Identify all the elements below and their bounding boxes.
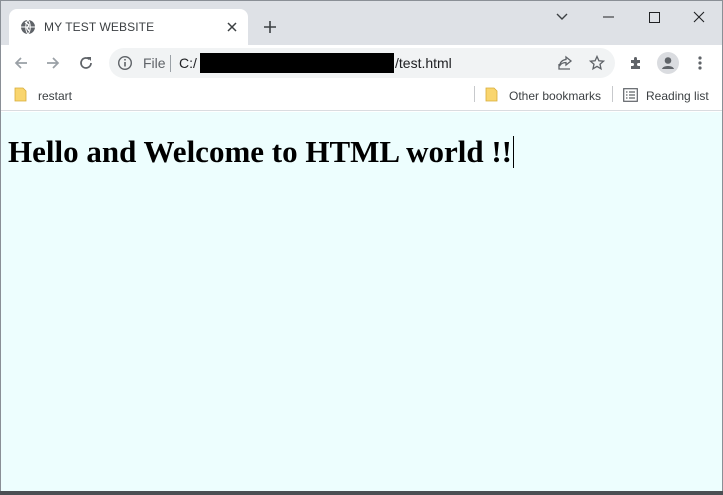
arrow-right-icon[interactable] (38, 48, 68, 78)
folder-icon (485, 87, 499, 105)
reading-list-label: Reading list (646, 89, 709, 103)
browser-window: MY TEST WEBSITE File C:/ /test.html rest… (0, 0, 723, 495)
address-bar[interactable]: File C:/ /test.html (109, 48, 615, 78)
desktop-edge (0, 491, 723, 495)
star-icon[interactable] (587, 53, 607, 73)
scheme-separator (170, 55, 171, 72)
url-prefix: C:/ (179, 55, 197, 71)
page-content: Hello and Welcome to HTML world !! (1, 112, 722, 493)
folder-icon (14, 87, 28, 105)
bookmark-restart[interactable]: restart (14, 85, 72, 107)
bookmarks-bar: restart Other bookmarks Reading list (1, 81, 722, 111)
tab-title: MY TEST WEBSITE (44, 20, 155, 34)
text-caret (513, 136, 515, 168)
profile-icon[interactable] (653, 48, 683, 78)
other-bookmarks-label: Other bookmarks (509, 89, 602, 103)
bookmark-label: restart (38, 89, 73, 103)
arrow-left-icon[interactable] (6, 48, 36, 78)
close-icon[interactable] (223, 18, 241, 36)
minimize-icon[interactable] (585, 1, 631, 33)
scheme-label: File (143, 55, 166, 71)
bookmark-divider (612, 86, 613, 102)
chevron-down-icon[interactable] (539, 1, 585, 33)
page-heading-text: Hello and Welcome to HTML world !! (8, 134, 513, 169)
reading-list-icon (623, 87, 638, 105)
page-heading: Hello and Welcome to HTML world !! (8, 134, 515, 170)
puzzle-icon[interactable] (621, 48, 651, 78)
tab-strip: MY TEST WEBSITE (1, 1, 722, 45)
close-icon[interactable] (676, 1, 722, 33)
url-redaction (200, 53, 394, 73)
active-tab[interactable]: MY TEST WEBSITE (9, 9, 248, 45)
bookmark-divider (474, 86, 475, 102)
maximize-icon[interactable] (631, 1, 677, 33)
share-icon[interactable] (555, 53, 575, 73)
kebab-menu-icon[interactable] (685, 48, 715, 78)
url-suffix: /test.html (395, 55, 452, 71)
toolbar: File C:/ /test.html (1, 45, 722, 81)
other-bookmarks[interactable]: Other bookmarks (485, 85, 601, 107)
globe-icon (20, 19, 36, 35)
reload-icon[interactable] (71, 48, 101, 78)
info-icon[interactable] (117, 55, 133, 71)
reading-list[interactable]: Reading list (623, 85, 709, 107)
plus-icon[interactable] (259, 16, 281, 38)
